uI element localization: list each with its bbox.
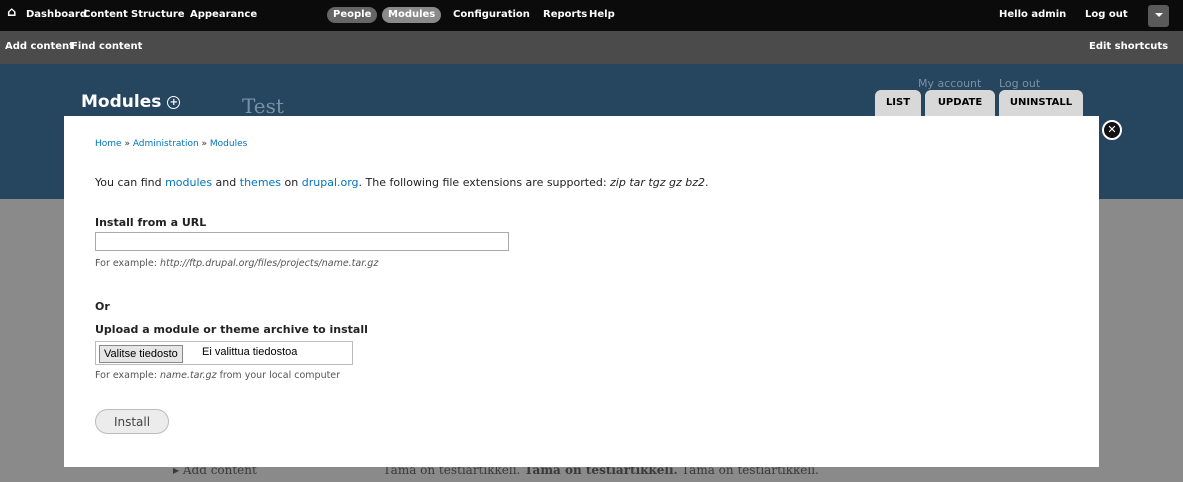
url-description: For example: http://ftp.drupal.org/files…: [95, 258, 378, 269]
desc-prefix: For example:: [95, 370, 160, 381]
site-name[interactable]: Test: [242, 94, 284, 118]
breadcrumb: Home » Administration » Modules: [95, 139, 247, 149]
hello-label: Hello: [999, 9, 1028, 20]
choose-file-button[interactable]: Valitse tiedosto: [99, 345, 183, 363]
chevron-down-icon: [1155, 13, 1163, 17]
upload-label: Upload a module or theme archive to inst…: [95, 323, 368, 336]
page-title-text: Modules: [81, 92, 162, 112]
toolbar-item-help[interactable]: Help: [589, 8, 615, 22]
overlay-panel: [64, 116, 1099, 467]
intro-part: on: [281, 176, 302, 189]
intro-part: . The following file extensions are supp…: [358, 176, 611, 189]
drupal-org-link[interactable]: drupal.org: [302, 176, 359, 189]
breadcrumb-administration[interactable]: Administration: [133, 139, 199, 149]
page-title: Modules +: [81, 92, 181, 112]
breadcrumb-modules[interactable]: Modules: [210, 139, 247, 149]
install-button[interactable]: Install: [95, 409, 169, 434]
user-greeting: Hello admin: [999, 8, 1066, 22]
upload-example: name.tar.gz: [159, 370, 217, 381]
intro-text: You can find modules and themes on drupa…: [95, 176, 709, 189]
intro-part: You can find: [95, 176, 166, 189]
tab-list[interactable]: LIST: [875, 90, 921, 116]
breadcrumb-separator: »: [121, 139, 133, 149]
admin-toolbar: ⌂ Dashboard Content Structure Appearance…: [0, 0, 1183, 31]
intro-part: .: [705, 176, 709, 189]
tab-uninstall[interactable]: UNINSTALL: [999, 90, 1083, 116]
file-status: Ei valittua tiedostoa: [202, 346, 298, 358]
url-input[interactable]: [95, 232, 509, 251]
or-label: Or: [95, 300, 110, 313]
home-icon[interactable]: ⌂: [7, 6, 16, 20]
url-label: Install from a URL: [95, 216, 207, 229]
breadcrumb-home[interactable]: Home: [95, 139, 122, 149]
add-shortcut-icon[interactable]: +: [167, 95, 181, 109]
toolbar-item-content[interactable]: Content: [83, 8, 128, 22]
shortcut-find-content[interactable]: Find content: [71, 41, 142, 52]
edit-shortcuts-link[interactable]: Edit shortcuts: [1089, 41, 1168, 52]
upload-description: For example: name.tar.gz from your local…: [95, 370, 340, 381]
toolbar-item-people[interactable]: People: [327, 7, 378, 23]
username[interactable]: admin: [1031, 9, 1066, 20]
toolbar-item-configuration[interactable]: Configuration: [453, 8, 530, 22]
intro-part: and: [212, 176, 240, 189]
toolbar-item-reports[interactable]: Reports: [543, 8, 587, 22]
toolbar-item-modules[interactable]: Modules: [382, 7, 442, 23]
toolbar-item-appearance[interactable]: Appearance: [190, 8, 257, 22]
toolbar-toggle-button[interactable]: [1148, 5, 1169, 27]
close-icon[interactable]: ✕: [1102, 120, 1122, 140]
logout-link[interactable]: Log out: [1085, 8, 1128, 22]
toolbar-item-dashboard[interactable]: Dashboard: [26, 8, 87, 22]
shortcuts-bar: Add content Find content Edit shortcuts: [0, 31, 1183, 64]
modules-link[interactable]: modules: [165, 176, 212, 189]
secondary-link-my-account[interactable]: My account: [918, 77, 981, 90]
url-example: http://ftp.drupal.org/files/projects/nam…: [159, 258, 379, 269]
tab-update[interactable]: UPDATE: [925, 90, 995, 116]
themes-link[interactable]: themes: [240, 176, 281, 189]
breadcrumb-separator: »: [198, 139, 210, 149]
shortcut-add-content[interactable]: Add content: [5, 41, 74, 52]
supported-extensions: zip tar tgz gz bz2: [610, 176, 705, 189]
desc-prefix: For example:: [95, 258, 160, 269]
toolbar-item-structure[interactable]: Structure: [131, 8, 185, 22]
desc-suffix: from your local computer: [216, 370, 341, 381]
secondary-link-logout[interactable]: Log out: [999, 77, 1040, 90]
